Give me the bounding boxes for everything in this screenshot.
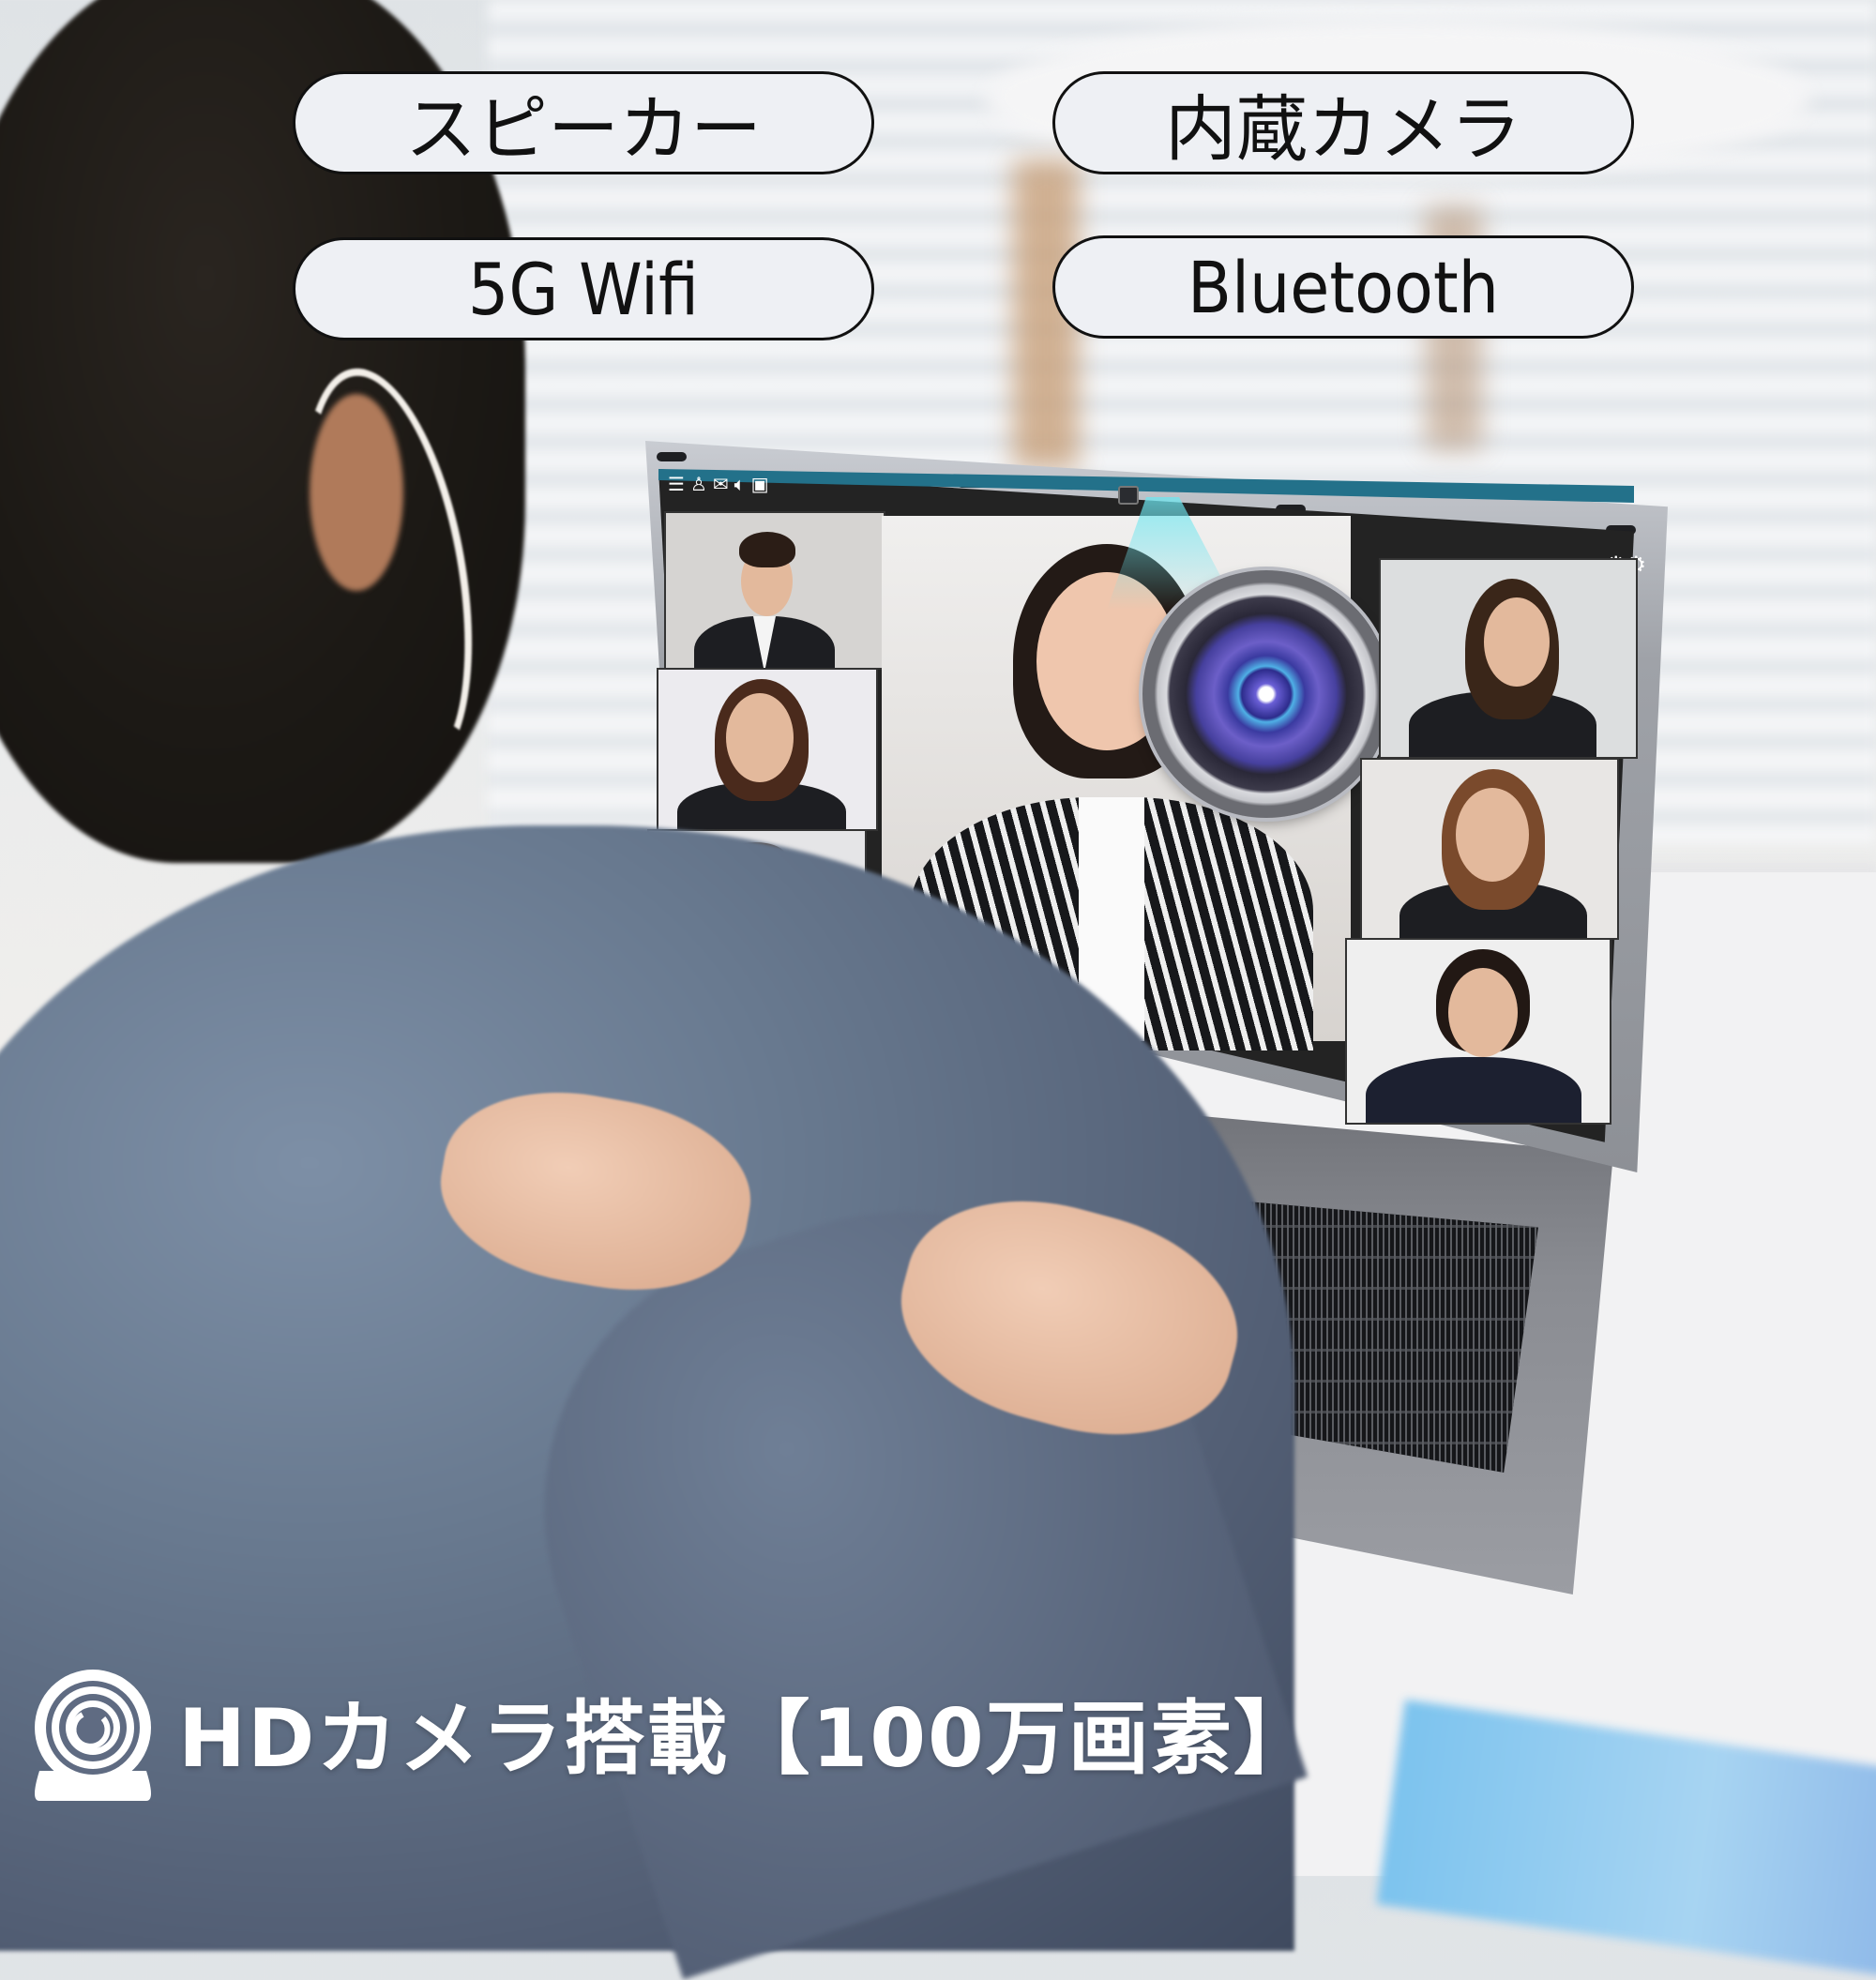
participant-tile[interactable] <box>1345 938 1611 1125</box>
bezel-bumper <box>657 452 687 461</box>
webcam-icon <box>1118 486 1139 505</box>
caption: HDカメラ搭載【100万画素】 <box>26 1660 1316 1801</box>
volume-icon[interactable]: 🔈︎ <box>734 473 746 495</box>
contact-icon[interactable]: ♙ <box>690 473 707 495</box>
toolbar-icons: ☰ ♙ ✉ 🔈︎ ▣ <box>668 473 769 495</box>
share-icon[interactable]: ▣ <box>751 473 769 495</box>
mail-icon[interactable]: ✉ <box>713 473 729 495</box>
feature-pill-bluetooth: Bluetooth <box>1052 235 1634 339</box>
participant-tile[interactable] <box>1379 558 1638 759</box>
feature-pill-camera: 内蔵カメラ <box>1052 71 1634 174</box>
feature-pill-speaker: スピーカー <box>293 71 874 174</box>
caption-text: HDカメラ搭載【100万画素】 <box>178 1691 1316 1786</box>
webcam-icon <box>26 1660 159 1801</box>
feature-label: 内蔵カメラ <box>1165 87 1521 171</box>
participant-tile[interactable] <box>657 668 878 831</box>
participant-tile[interactable] <box>1360 758 1619 940</box>
menu-icon[interactable]: ☰ <box>668 473 685 495</box>
feature-label: Bluetooth <box>1188 245 1499 329</box>
feature-pill-wifi: 5G Wifi <box>293 237 874 340</box>
participant-tile[interactable] <box>664 511 885 670</box>
feature-label: 5G Wifi <box>467 247 700 331</box>
feature-label: スピーカー <box>405 87 762 171</box>
camera-lens-icon <box>1142 570 1390 818</box>
